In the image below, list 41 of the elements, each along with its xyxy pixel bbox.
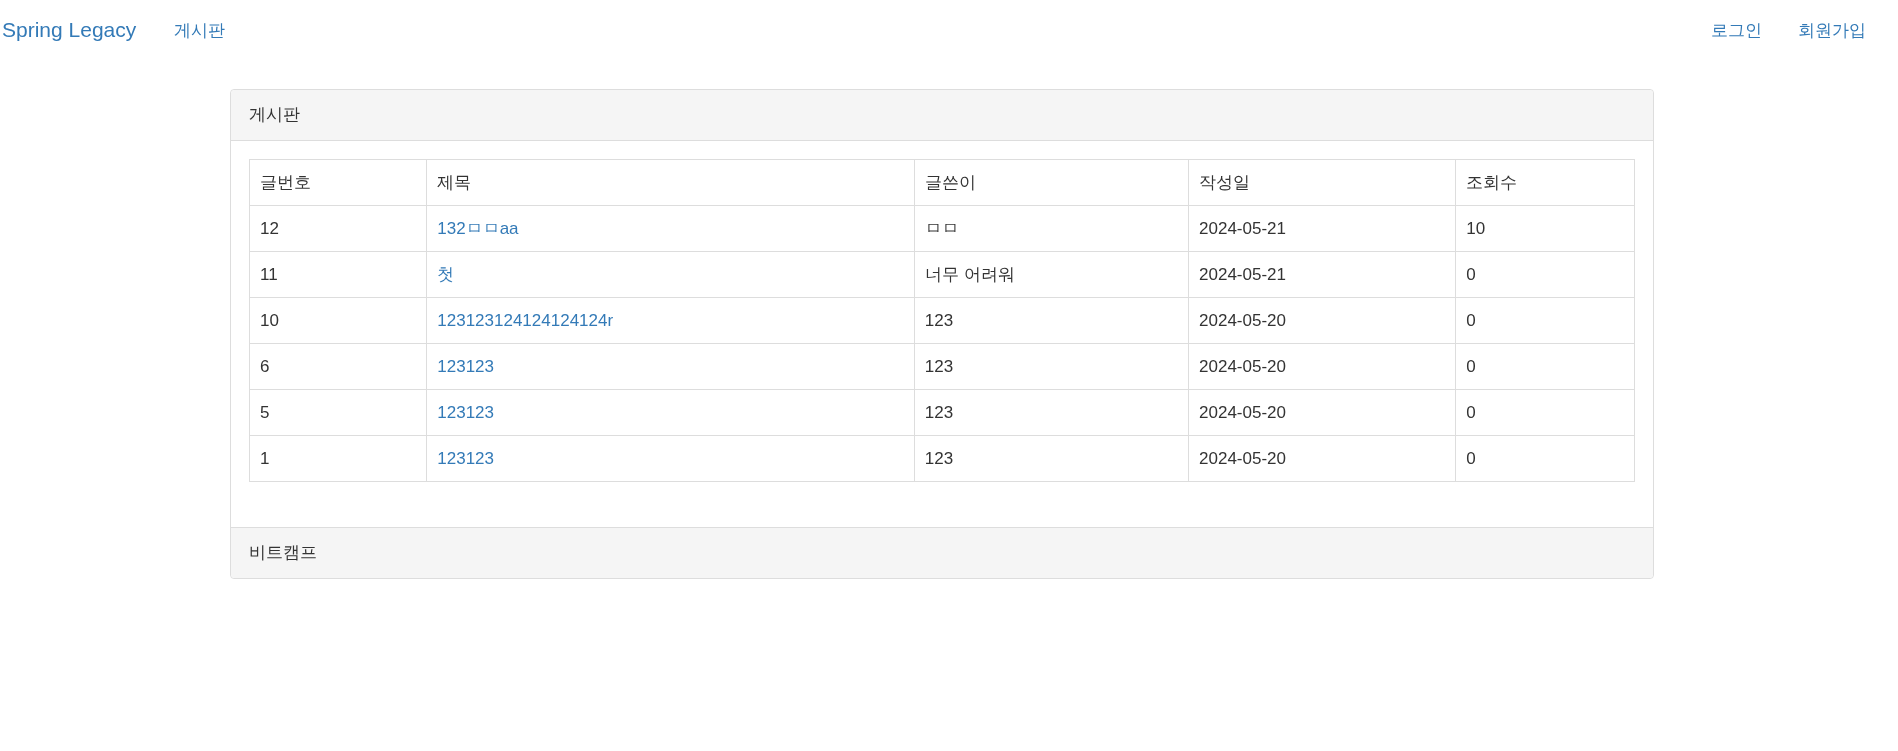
post-title-link[interactable]: 123123 xyxy=(437,402,494,422)
table-cell: 2024-05-21 xyxy=(1188,251,1456,298)
table-cell: 10 xyxy=(249,297,427,344)
post-title-link[interactable]: 첫 xyxy=(437,265,455,284)
post-title-link[interactable]: 123123 xyxy=(437,448,494,468)
table-cell: 123 xyxy=(914,343,1189,390)
table-cell: 2024-05-20 xyxy=(1188,297,1456,344)
table-cell: 10 xyxy=(1455,205,1635,252)
column-header: 조회수 xyxy=(1455,159,1635,206)
table-cell: 11 xyxy=(249,251,427,298)
nav-link[interactable]: 게시판 xyxy=(174,18,241,42)
table-cell: 0 xyxy=(1455,343,1635,390)
column-header: 제목 xyxy=(426,159,915,206)
column-header: 작성일 xyxy=(1188,159,1456,206)
post-title-link[interactable]: 123123 xyxy=(437,356,494,376)
column-header: 글쓴이 xyxy=(914,159,1189,206)
table-cell: 너무 어려워 xyxy=(914,251,1189,298)
table-cell: 1 xyxy=(249,435,427,482)
table-cell: 2024-05-20 xyxy=(1188,389,1456,436)
post-title-link[interactable]: 132ㅁㅁaa xyxy=(437,219,519,238)
post-title-link[interactable]: 123123124124124124r xyxy=(437,310,614,330)
table-cell: 2024-05-20 xyxy=(1188,343,1456,390)
table-cell: 123 xyxy=(914,297,1189,344)
table-cell: 123 xyxy=(914,435,1189,482)
nav-link[interactable]: 회원가입 xyxy=(1798,18,1866,42)
table-cell: 2024-05-20 xyxy=(1188,435,1456,482)
panel-heading: 게시판 xyxy=(231,90,1653,141)
table-cell: 0 xyxy=(1455,435,1635,482)
table-cell: 0 xyxy=(1455,297,1635,344)
table-cell: 5 xyxy=(249,389,427,436)
brand-link[interactable]: Spring Legacy xyxy=(2,18,137,42)
table-cell: 6 xyxy=(249,343,427,390)
table-cell: 0 xyxy=(1455,389,1635,436)
table-cell: 0 xyxy=(1455,251,1635,298)
table-cell: 12 xyxy=(249,205,427,252)
nav-link[interactable]: 로그인 xyxy=(1711,18,1762,42)
table-cell: 2024-05-21 xyxy=(1188,205,1456,252)
table-cell: ㅁㅁ xyxy=(914,205,1189,252)
table-cell: 123 xyxy=(914,389,1189,436)
panel-footer: 비트캠프 xyxy=(231,527,1653,578)
column-header: 글번호 xyxy=(249,159,427,206)
